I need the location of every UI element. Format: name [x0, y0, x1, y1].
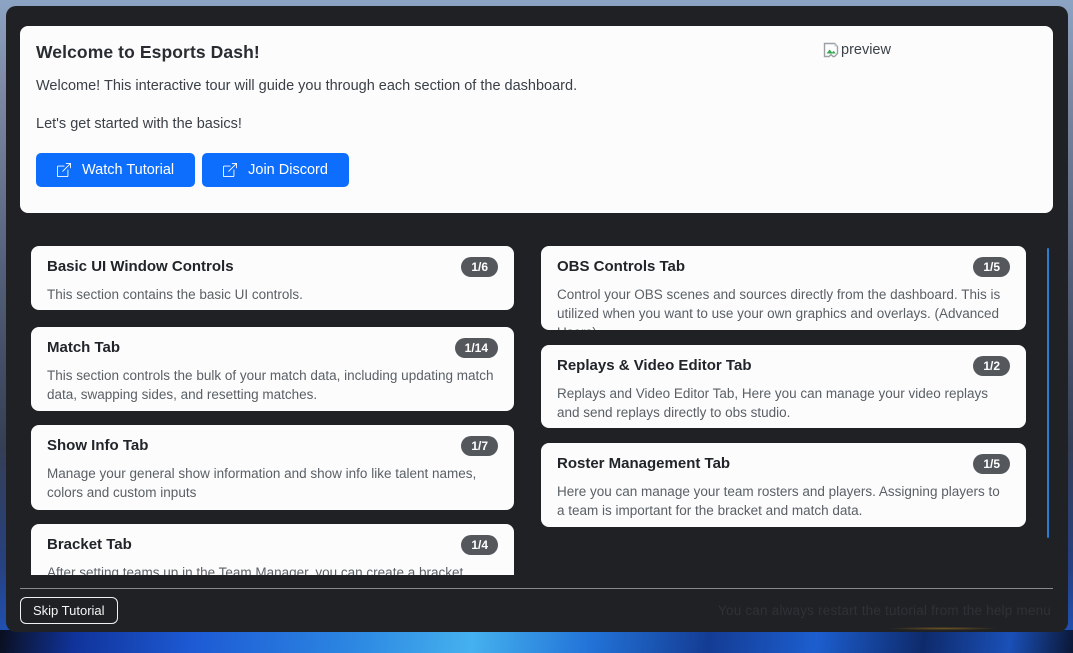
section-description: Here you can manage your team rosters an…: [557, 482, 1010, 520]
section-title: Bracket Tab: [47, 535, 132, 555]
section-description: This section contains the basic UI contr…: [47, 285, 498, 304]
section-card-bracket-tab[interactable]: Bracket Tab 1/4 After setting teams up i…: [31, 524, 514, 575]
skip-tutorial-button[interactable]: Skip Tutorial: [20, 597, 118, 624]
sections-column-left: Basic UI Window Controls 1/6 This sectio…: [31, 246, 514, 575]
section-description: Control your OBS scenes and sources dire…: [557, 285, 1010, 330]
external-link-icon: [223, 163, 237, 177]
watch-tutorial-label: Watch Tutorial: [82, 162, 174, 178]
section-title: Show Info Tab: [47, 436, 148, 456]
section-title: Roster Management Tab: [557, 454, 730, 474]
preview-broken-image: preview: [823, 42, 891, 58]
section-description: Manage your general show information and…: [47, 464, 498, 502]
section-title: OBS Controls Tab: [557, 257, 685, 277]
tutorial-tour-modal: Welcome to Esports Dash! preview Welcome…: [6, 6, 1068, 632]
section-card-match-tab[interactable]: Match Tab 1/14 This section controls the…: [31, 327, 514, 411]
get-started-paragraph: Let's get started with the basics!: [36, 116, 1037, 132]
step-count-badge: 1/5: [973, 257, 1010, 277]
scrollbar-thumb[interactable]: [1047, 248, 1049, 538]
section-title: Replays & Video Editor Tab: [557, 356, 752, 376]
step-count-badge: 1/6: [461, 257, 498, 277]
broken-image-icon: [823, 42, 840, 58]
step-count-badge: 1/5: [973, 454, 1010, 474]
step-count-badge: 1/2: [973, 356, 1010, 376]
join-discord-button[interactable]: Join Discord: [202, 153, 349, 187]
section-card-replays-video-editor-tab[interactable]: Replays & Video Editor Tab 1/2 Replays a…: [541, 345, 1026, 428]
step-count-badge: 1/14: [455, 338, 498, 358]
footer-divider: [20, 588, 1053, 589]
watch-tutorial-button[interactable]: Watch Tutorial: [36, 153, 195, 187]
welcome-card: Welcome to Esports Dash! preview Welcome…: [20, 26, 1053, 213]
section-card-roster-management-tab[interactable]: Roster Management Tab 1/5 Here you can m…: [541, 443, 1026, 527]
sections-column-right: OBS Controls Tab 1/5 Control your OBS sc…: [541, 246, 1026, 575]
section-description: This section controls the bulk of your m…: [47, 366, 498, 404]
restart-hint-text: You can always restart the tutorial from…: [718, 603, 1051, 618]
section-title: Basic UI Window Controls: [47, 257, 234, 277]
section-card-obs-controls-tab[interactable]: OBS Controls Tab 1/5 Control your OBS sc…: [541, 246, 1026, 330]
external-link-icon: [57, 163, 71, 177]
hero-button-row: Watch Tutorial Join Discord: [36, 153, 1037, 187]
welcome-paragraph: Welcome! This interactive tour will guid…: [36, 78, 1037, 94]
section-card-basic-ui[interactable]: Basic UI Window Controls 1/6 This sectio…: [31, 246, 514, 310]
section-card-show-info-tab[interactable]: Show Info Tab 1/7 Manage your general sh…: [31, 425, 514, 510]
section-description: Replays and Video Editor Tab, Here you c…: [557, 384, 1010, 422]
step-count-badge: 1/7: [461, 436, 498, 456]
tour-sections-list[interactable]: Basic UI Window Controls 1/6 This sectio…: [31, 246, 1026, 575]
section-title: Match Tab: [47, 338, 120, 358]
background-glow: [891, 627, 996, 630]
step-count-badge: 1/4: [461, 535, 498, 555]
join-discord-label: Join Discord: [248, 162, 328, 178]
preview-alt-text: preview: [841, 42, 891, 58]
section-description: After setting teams up in the Team Manag…: [47, 563, 498, 575]
desktop-wallpaper: [0, 630, 1073, 653]
